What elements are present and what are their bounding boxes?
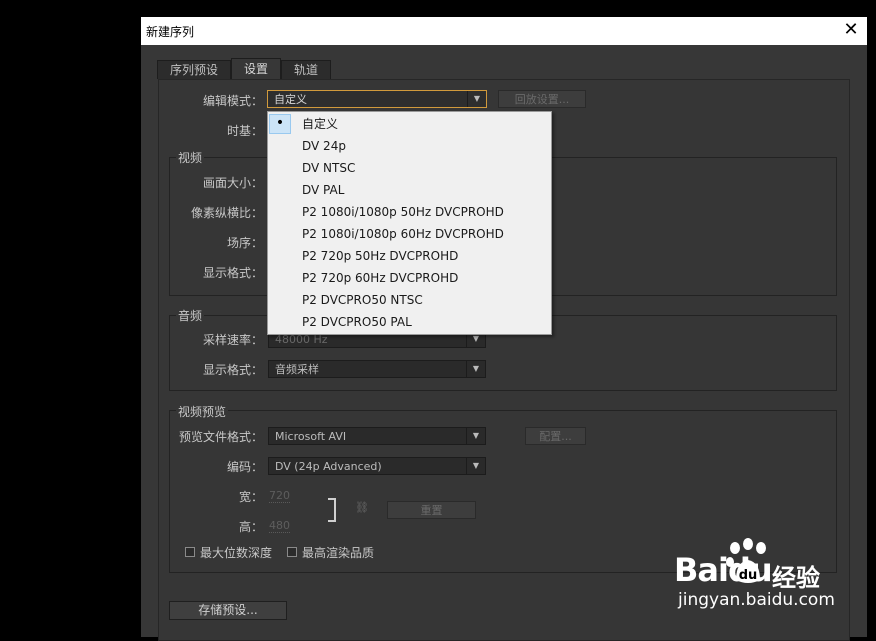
- svg-text:du: du: [739, 568, 758, 583]
- reset-button[interactable]: 重置: [387, 501, 476, 519]
- pixel-aspect-label: 像素纵横比：: [190, 206, 263, 220]
- preview-file-format-dropdown[interactable]: Microsoft AVI ▼: [268, 427, 486, 445]
- link-bracket: [328, 498, 336, 522]
- audio-display-format-value: 音频采样: [275, 363, 319, 376]
- preview-file-format-value: Microsoft AVI: [275, 430, 347, 443]
- chain-link-icon[interactable]: ⛓: [355, 501, 369, 514]
- frame-size-label: 画面大小：: [202, 176, 263, 190]
- menu-item[interactable]: DV PAL: [268, 179, 551, 201]
- tab-settings[interactable]: 设置: [231, 58, 281, 80]
- configure-button[interactable]: 配置...: [525, 427, 586, 445]
- height-label: 高：: [238, 520, 263, 534]
- chevron-down-icon: ▼: [467, 91, 486, 107]
- selected-bullet-icon: •: [269, 114, 291, 134]
- timebase-label: 时基：: [226, 124, 263, 138]
- edit-mode-menu: • 自定义 DV 24p DV NTSC DV PAL P2 1080i/108…: [267, 111, 552, 335]
- menu-item[interactable]: P2 1080i/1080p 50Hz DVCPROHD: [268, 201, 551, 223]
- chevron-down-icon: ▼: [466, 361, 485, 377]
- width-value[interactable]: 720: [269, 489, 290, 503]
- menu-item[interactable]: P2 720p 60Hz DVCPROHD: [268, 267, 551, 289]
- menu-item[interactable]: P2 1080i/1080p 60Hz DVCPROHD: [268, 223, 551, 245]
- video-display-format-label: 显示格式：: [202, 266, 263, 280]
- field-order-label: 场序：: [226, 236, 263, 250]
- playback-settings-button[interactable]: 回放设置...: [498, 90, 586, 108]
- max-bit-depth-label: 最大位数深度: [200, 546, 273, 560]
- paw-icon: du: [726, 538, 766, 583]
- menu-item[interactable]: DV NTSC: [268, 157, 551, 179]
- sample-rate-label: 采样速率：: [202, 333, 263, 347]
- title-bar: 新建序列 ✕: [141, 17, 867, 45]
- codec-dropdown[interactable]: DV (24p Advanced) ▼: [268, 457, 486, 475]
- max-render-quality-checkbox[interactable]: [287, 547, 297, 557]
- menu-item[interactable]: P2 DVCPRO50 PAL: [268, 311, 551, 333]
- baidu-jingyan-watermark: Baidu du 经验 jingyan.baidu.com: [672, 538, 872, 628]
- watermark-url: jingyan.baidu.com: [678, 590, 835, 610]
- audio-display-format-label: 显示格式：: [202, 363, 263, 377]
- jingyan-text: 经验: [772, 564, 820, 592]
- menu-item[interactable]: P2 720p 50Hz DVCPROHD: [268, 245, 551, 267]
- edit-mode-dropdown[interactable]: 自定义 ▼: [267, 90, 487, 108]
- tab-sequence-presets[interactable]: 序列预设: [157, 60, 231, 79]
- width-label: 宽：: [238, 490, 263, 504]
- audio-display-format-dropdown[interactable]: 音频采样 ▼: [268, 360, 486, 378]
- video-group-title: 视频: [176, 149, 205, 166]
- audio-group-title: 音频: [176, 307, 205, 324]
- tab-tracks[interactable]: 轨道: [281, 60, 331, 79]
- close-icon[interactable]: ✕: [841, 20, 861, 40]
- max-bit-depth-checkbox[interactable]: [185, 547, 195, 557]
- chevron-down-icon: ▼: [466, 458, 485, 474]
- codec-value: DV (24p Advanced): [275, 460, 382, 473]
- video-preview-group-title: 视频预览: [176, 403, 229, 420]
- menu-item[interactable]: P2 DVCPRO50 NTSC: [268, 289, 551, 311]
- max-render-quality-label: 最高渲染品质: [302, 546, 375, 560]
- preview-file-format-label: 预览文件格式：: [178, 430, 263, 444]
- chevron-down-icon: ▼: [466, 428, 485, 444]
- menu-item[interactable]: • 自定义: [268, 113, 551, 135]
- height-value[interactable]: 480: [269, 519, 290, 533]
- dialog-title: 新建序列: [146, 25, 195, 39]
- codec-label: 编码：: [226, 460, 263, 474]
- edit-mode-label: 编辑模式：: [202, 94, 263, 108]
- menu-item[interactable]: DV 24p: [268, 135, 551, 157]
- edit-mode-value: 自定义: [274, 93, 307, 106]
- save-preset-button[interactable]: 存储预设...: [169, 601, 287, 620]
